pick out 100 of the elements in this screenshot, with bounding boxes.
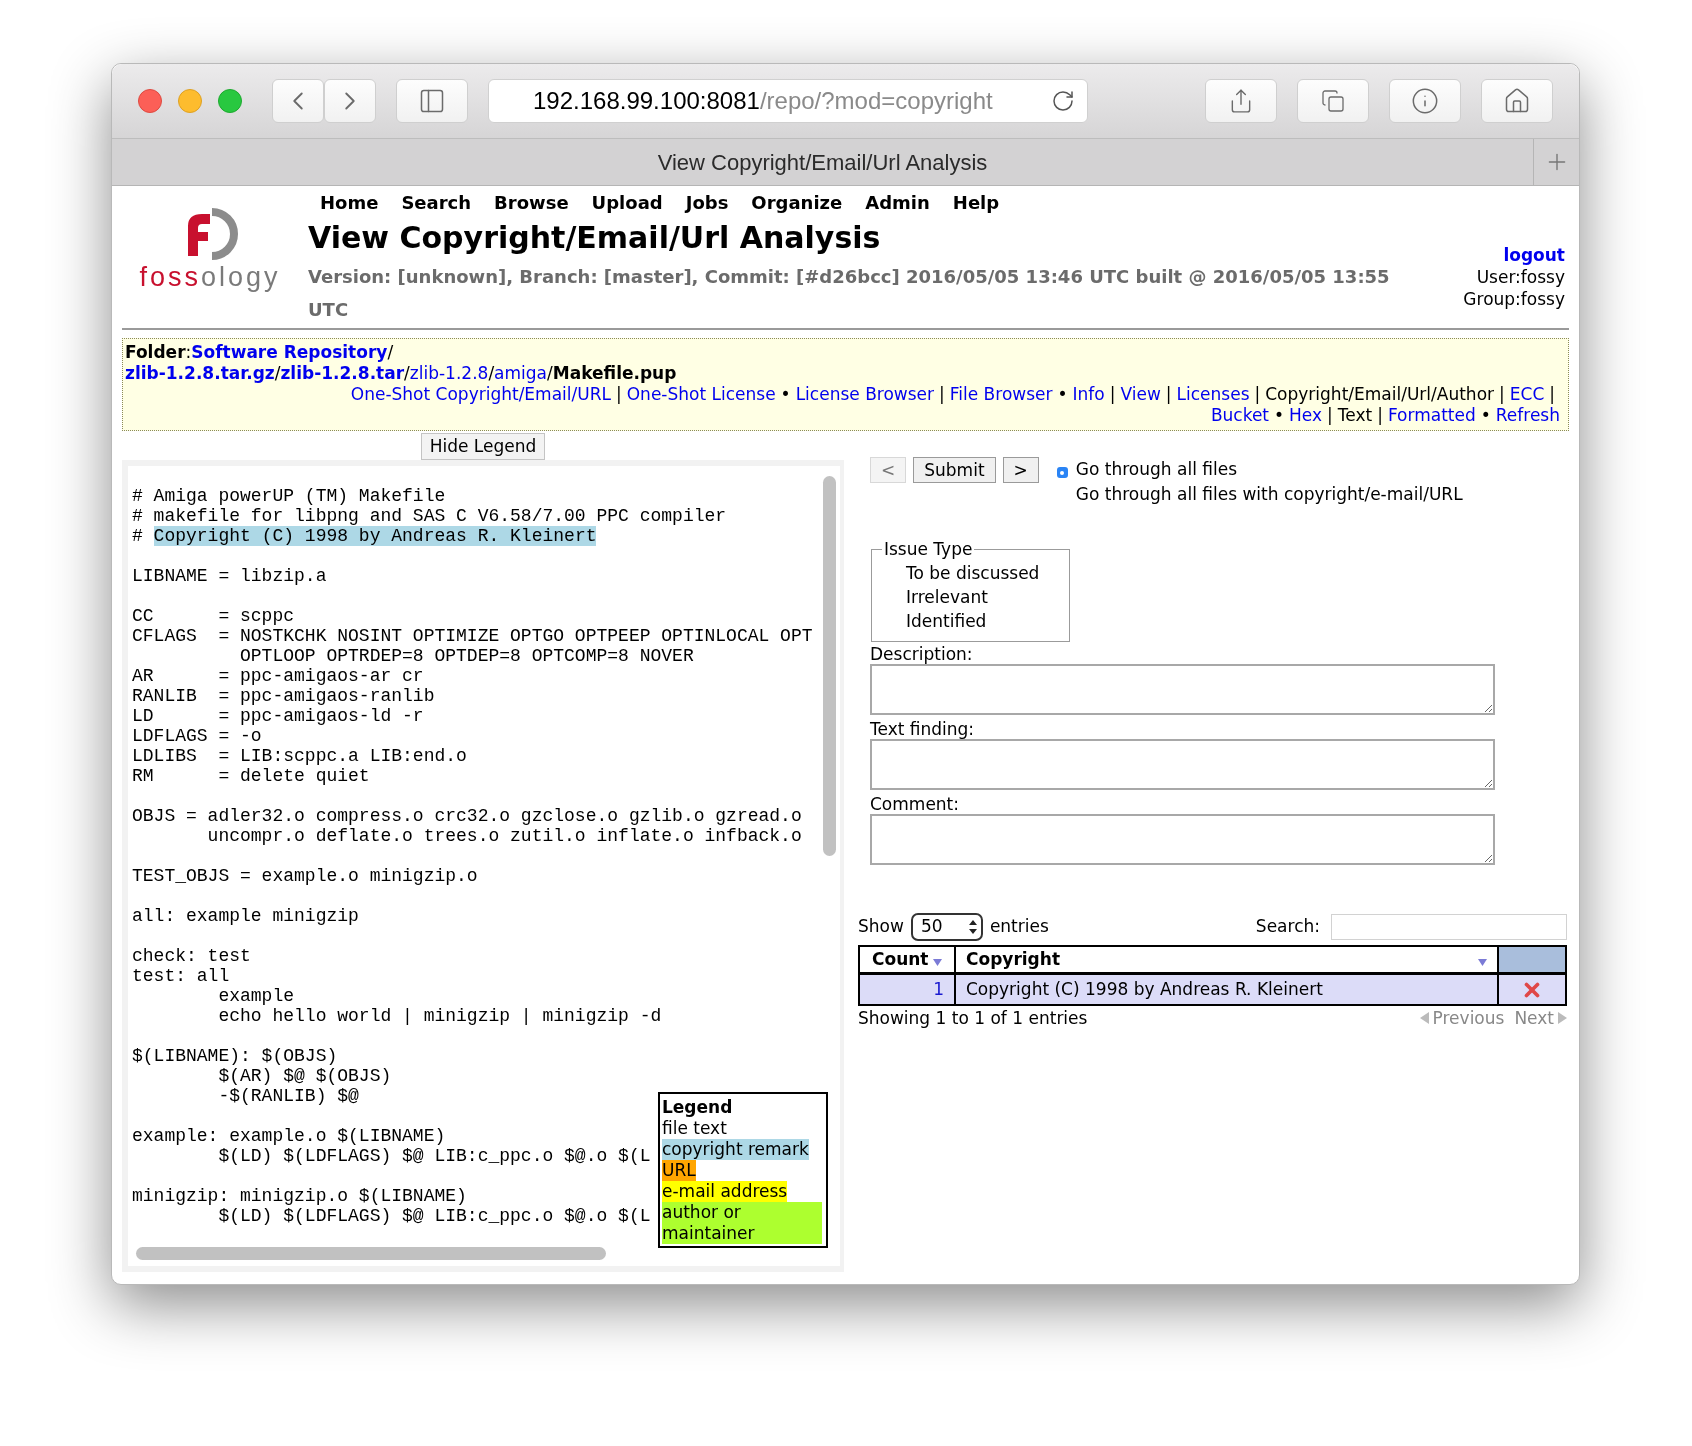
action-link[interactable]: License Browser [795,384,935,405]
link-separator: • [779,384,792,405]
breadcrumb-link[interactable]: zlib-1.2.8 [409,363,489,384]
code-line: TEST_OBJS = example.o minigzip.o [132,866,478,886]
action-link[interactable]: Refresh [1495,405,1560,426]
field-label: Description: [870,644,974,664]
breadcrumb-link[interactable]: Software Repository [191,342,388,363]
address-field[interactable]: 192.168.99.100:8081/repo/?mod=copyright [488,79,1088,123]
breadcrumb-label: Folder [125,342,186,363]
action-link[interactable]: File Browser [949,384,1053,405]
sidebar-icon[interactable] [396,79,468,123]
code-line: CC = scppc [132,606,295,626]
action-link[interactable]: One-Shot License [626,384,776,405]
code-line: LD = ppc-amigaos-ld -r [132,706,424,726]
link-separator: • [1273,405,1286,426]
submit-button[interactable]: Submit [913,457,996,483]
link-separator: | [1253,384,1262,405]
text-area[interactable] [870,664,1495,715]
code-line: test: all [132,966,230,986]
path-separator: / [547,363,553,384]
table-cell: Copyright (C) 1998 by Andreas R. Kleinert [956,975,1499,1004]
issue-option[interactable]: Identified [906,609,1069,633]
code-line: # makefile for libpng and SAS C V6.58/7.00 PPC compiler [132,506,727,526]
path-separator: / [387,342,394,363]
code-line: check: test [132,946,251,966]
table-info: Showing 1 to 1 of 1 entries [858,1007,1088,1030]
column-header [1499,947,1565,972]
field-label: Comment: [870,794,961,814]
code-line: -$(RANLIB) $@ [217,1086,359,1106]
link-separator: | [938,384,946,405]
code-line: RANLIB = ppc-amigaos-ranlib [132,686,435,706]
minimize-window-icon[interactable] [178,89,202,113]
nav-menu-item[interactable]: Home [320,189,379,216]
code-line: AR = ppc-amigaos-ar cr [132,666,424,686]
info-icon[interactable] [1389,79,1461,123]
hide-legend-button[interactable]: Hide Legend [420,433,546,460]
nav-menu-item[interactable]: Search [401,189,472,216]
code-line: LDLIBS = LIB:scppc.a LIB:end.o [132,746,467,766]
version-info: Version: [unknown], Branch: [master], Commit: [#d26bcc] 2016/05/05 13:46 UTC built @ 2016/05/05 13:55 UTC [308,265,1391,322]
table-cell: 1 [860,975,956,1004]
nav-menu-item[interactable]: Upload [591,189,663,216]
maximize-window-icon[interactable] [218,89,242,113]
nav-menu-item[interactable]: Organize [751,189,843,216]
link-separator: | [1376,405,1384,426]
column-header[interactable]: Count [860,947,956,972]
action-link[interactable]: Bucket [1210,405,1270,426]
action-link[interactable]: ECC [1509,384,1545,405]
radio-button[interactable] [1056,467,1068,478]
logo-wordmark: fossology [139,264,281,291]
close-window-icon[interactable] [138,89,162,113]
path-separator: / [274,363,281,384]
nav-menu-item[interactable]: Jobs [685,189,729,216]
link-separator: • [1056,384,1069,405]
link-separator: | [1326,405,1334,426]
group-title: Issue Type [883,538,974,561]
reload-icon[interactable] [1051,89,1075,113]
action-link[interactable]: Info [1072,384,1105,405]
action-link[interactable]: Formatted [1387,405,1476,426]
link-separator: | [1498,384,1506,405]
nav-menu-item[interactable]: Browse [494,189,569,216]
action-link[interactable]: Hex [1289,405,1323,426]
nav-button[interactable]: > [1002,457,1039,483]
horizontal-scrollbar[interactable] [136,1247,606,1260]
page-title: View Copyright/Email/Url Analysis [308,219,882,257]
forward-icon[interactable] [324,79,376,123]
group-label: Group:fossy [1463,288,1565,310]
action-link[interactable]: View [1120,384,1161,405]
code-line: CFLAGS = NOSTKCHK NOSINT OPTIMIZE OPTGO OPTPEEP OPTINLOCAL OPT [132,626,813,646]
left-triangle-icon [1419,1012,1429,1024]
logout-link[interactable]: logout [1503,244,1565,266]
search-field[interactable] [1331,914,1567,940]
breadcrumb-link[interactable]: zlib-1.2.8.tar.gz [125,363,275,384]
nav-menu-item[interactable]: Admin [865,189,930,216]
user-label: User:fossy [1476,266,1565,288]
option-label[interactable]: Go through all files [1075,457,1237,482]
field-label: Text finding: [870,719,976,739]
tabs-icon[interactable] [1297,79,1369,123]
link-separator: | [1164,384,1173,405]
page-size-select[interactable]: 50 [910,913,983,941]
code-line: RM = delete quiet [132,766,370,786]
action-link[interactable]: Licenses [1176,384,1250,405]
path-separator: : [185,342,192,363]
text-area[interactable] [870,814,1495,865]
issue-option[interactable]: To be discussed [906,561,1069,585]
nav-menu-item[interactable]: Help [952,189,1000,216]
path-separator: / [488,363,495,384]
breadcrumb-link[interactable]: zlib-1.2.8.tar [280,363,405,384]
legend-item: author or maintainer [662,1202,822,1244]
share-icon[interactable] [1205,79,1277,123]
text-area[interactable] [870,739,1495,790]
action-link[interactable]: One-Shot Copyright/Email/URL [350,384,611,405]
vertical-scrollbar[interactable] [822,476,836,856]
breadcrumb-link[interactable]: amiga [494,363,548,384]
back-icon[interactable] [272,79,324,123]
sort-arrow-icon [1478,959,1487,966]
issue-option[interactable]: Irrelevant [906,585,1069,609]
option-label[interactable]: Go through all files with copyright/e-mail/URL [1075,482,1463,507]
link-separator: • [1479,405,1492,426]
entries-label: entries [989,915,1049,939]
home-icon[interactable] [1481,79,1553,123]
